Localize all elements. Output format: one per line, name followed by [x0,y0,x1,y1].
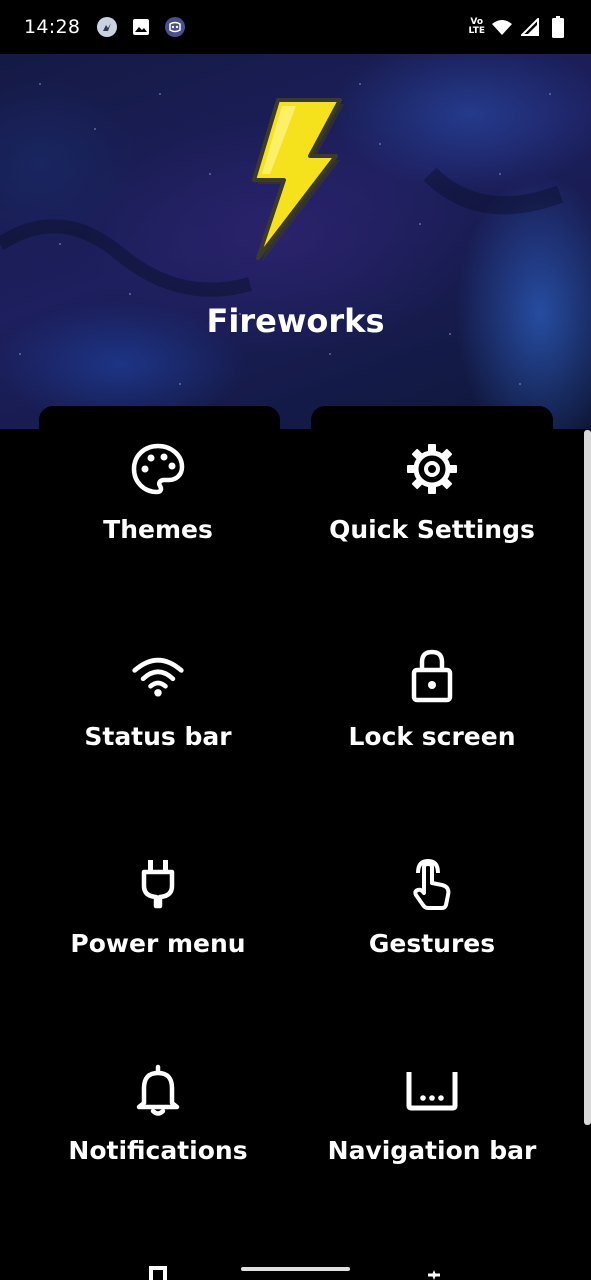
system-status-icons: Vo LTE [468,16,569,38]
wifi-icon [491,16,513,38]
navigation-bar-icon [404,1062,460,1118]
peek-item-icon [149,1266,167,1280]
volte-bottom-label: LTE [468,26,485,36]
themes-label: Themes [103,515,213,544]
notifications-card[interactable]: Notifications [22,1050,294,1250]
plug-icon [130,855,186,911]
lock-screen-card[interactable]: Lock screen [296,636,568,836]
status-bar-card[interactable]: Status bar [22,636,294,836]
lock-icon [404,648,460,704]
lightning-bolt-icon [252,98,344,262]
notification-icons [96,16,186,38]
quick-settings-card[interactable]: Quick Settings [296,429,568,629]
app-title: Fireworks [206,302,385,340]
quick-settings-label: Quick Settings [329,515,535,544]
status-bar-label: Status bar [84,722,232,751]
notifications-label: Notifications [68,1136,248,1165]
gear-icon [404,441,460,497]
battery-icon [547,16,569,38]
gesture-navigation-handle[interactable] [241,1267,350,1271]
bell-icon [130,1062,186,1118]
app-header: Fireworks [0,54,591,429]
gestures-card[interactable]: Gestures [296,843,568,1043]
cell-signal-icon [519,16,541,38]
discord-icon [164,16,186,38]
gestures-label: Gestures [368,929,496,958]
navigation-bar-card[interactable]: Navigation bar [296,1050,568,1250]
palette-icon [130,441,186,497]
themes-card[interactable]: Themes [22,429,294,629]
power-menu-card[interactable]: Power menu [22,843,294,1043]
wifi-icon [130,648,186,704]
gallery-icon [130,16,152,38]
peek-sparkle-icon [428,1270,440,1280]
scrollbar[interactable] [584,430,591,1125]
messenger-icon [96,16,118,38]
navigation-bar-label: Navigation bar [327,1136,537,1165]
touch-gesture-icon [404,855,460,911]
lock-screen-label: Lock screen [348,722,516,751]
status-time: 14:28 [24,16,81,38]
volte-indicator: Vo LTE [468,18,485,36]
status-bar: 14:28 Vo LTE [0,0,591,54]
power-menu-label: Power menu [70,929,246,958]
